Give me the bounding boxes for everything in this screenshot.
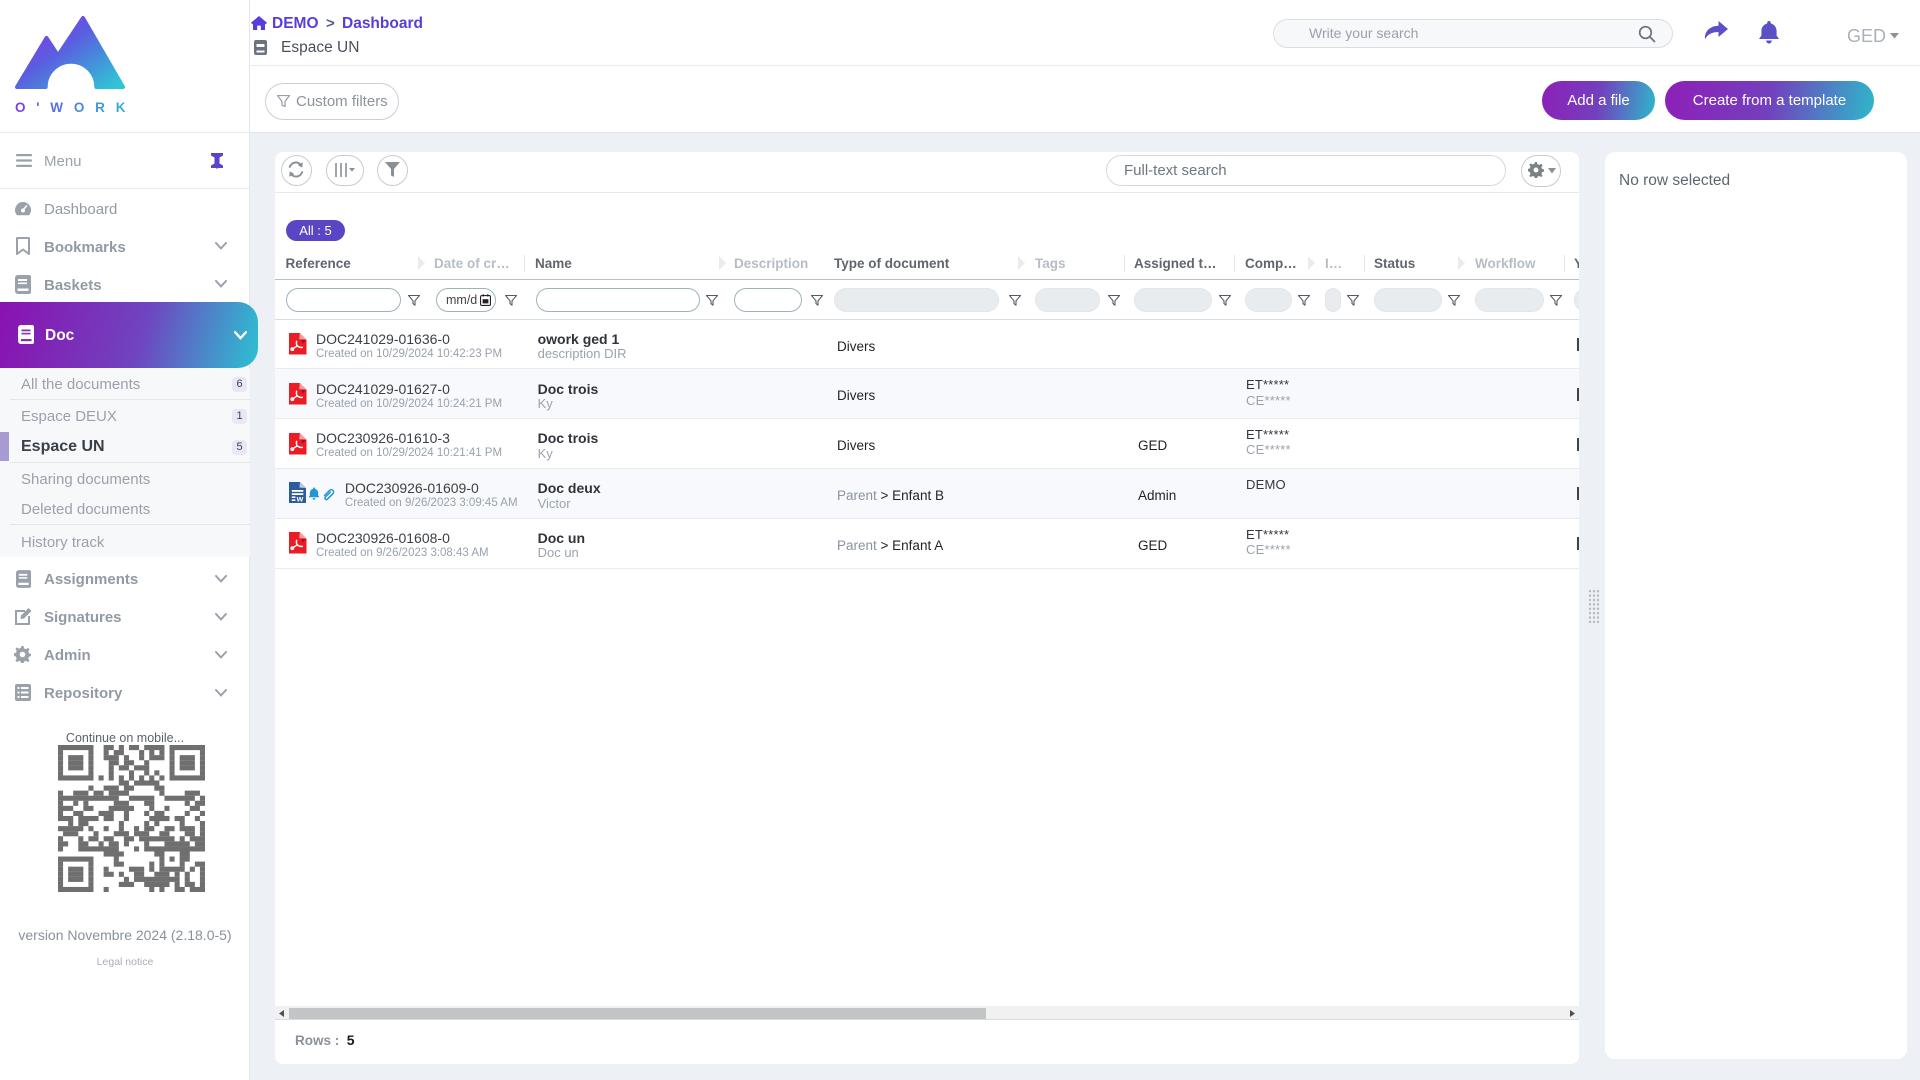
svg-text:w: w: [295, 494, 303, 503]
